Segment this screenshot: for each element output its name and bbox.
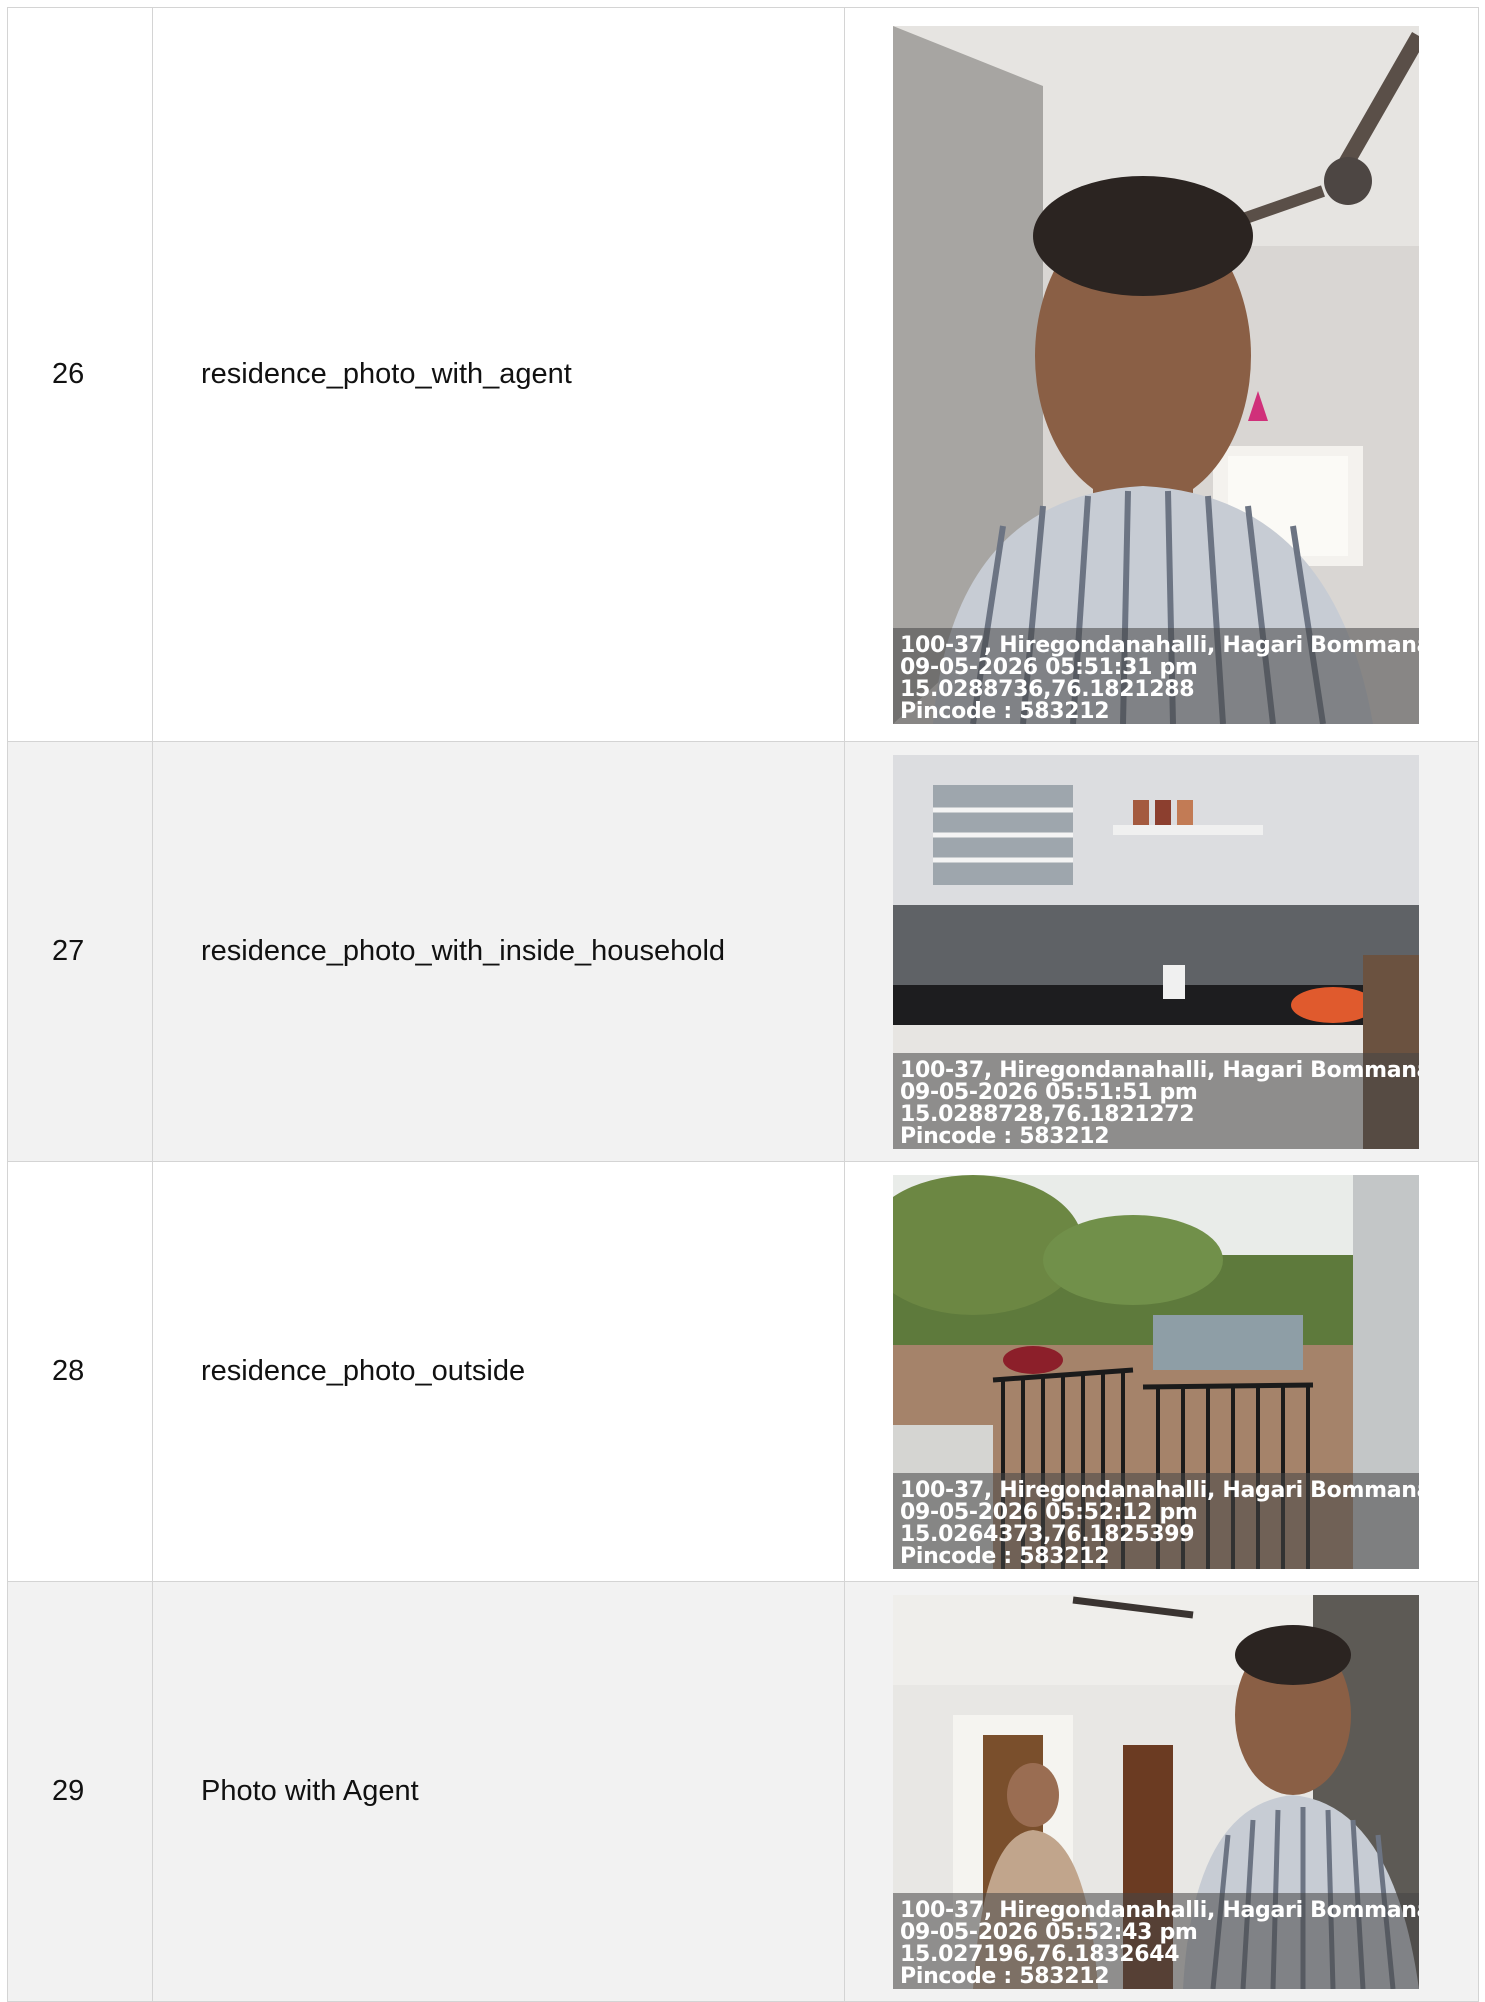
stamp-address: 100-37, Hiregondanahalli, Hagari Bommana: [900, 632, 1419, 658]
geo-stamp: 100-37, Hiregondanahalli, Hagari Bommana…: [893, 1052, 1419, 1149]
residence-agent-photo: 100-37, Hiregondanahalli, Hagari Bommana…: [893, 25, 1419, 724]
geo-stamp: 100-37, Hiregondanahalli, Hagari Bommana…: [893, 627, 1419, 724]
photo-cell: 100-37, Hiregondanahalli, Hagari Bommana…: [844, 1581, 1479, 2002]
row-label: residence_photo_with_agent: [152, 7, 845, 742]
stamp-coords: 15.0264373,76.1825399: [900, 1521, 1195, 1547]
stamp-coords: 15.027196,76.1832644: [900, 1941, 1180, 1967]
row-number: 29: [7, 1581, 153, 2002]
stamp-datetime: 09-05-2026 05:51:31 pm: [900, 654, 1198, 680]
stamp-datetime: 09-05-2026 05:51:51 pm: [900, 1079, 1198, 1105]
stamp-pincode: Pincode : 583212: [900, 1543, 1110, 1569]
photo-cell: 100-37, Hiregondanahalli, Hagari Bommana…: [844, 741, 1479, 1162]
table-row: 28 residence_photo_outside 100-37, Hireg…: [7, 1161, 1479, 1582]
table-row: 26 residence_photo_with_agent 100-37, Hi…: [7, 7, 1479, 742]
outside-photo: 100-37, Hiregondanahalli, Hagari Bommana…: [893, 1174, 1419, 1569]
stamp-pincode: Pincode : 583212: [900, 1123, 1110, 1149]
photo-cell: 100-37, Hiregondanahalli, Hagari Bommana…: [844, 1161, 1479, 1582]
stamp-coords: 15.0288728,76.1821272: [900, 1101, 1195, 1127]
table-row: 27 residence_photo_with_inside_household: [7, 741, 1479, 1162]
stamp-pincode: Pincode : 583212: [900, 698, 1110, 724]
stamp-datetime: 09-05-2026 05:52:43 pm: [900, 1919, 1198, 1945]
agent-photo: 100-37, Hiregondanahalli, Hagari Bommana…: [893, 1594, 1419, 1989]
table-row: 29 Photo with Agent 100-37, Hiregondanah…: [7, 1581, 1479, 2002]
row-number: 27: [7, 741, 153, 1162]
stamp-pincode: Pincode : 583212: [900, 1963, 1110, 1989]
stamp-datetime: 09-05-2026 05:52:12 pm: [900, 1499, 1198, 1525]
household-photo: 100-37, Hiregondanahalli, Hagari Bommana…: [893, 754, 1419, 1149]
row-number: 28: [7, 1161, 153, 1582]
row-label: residence_photo_outside: [152, 1161, 845, 1582]
stamp-address: 100-37, Hiregondanahalli, Hagari Bommana: [900, 1897, 1419, 1923]
geo-stamp: 100-37, Hiregondanahalli, Hagari Bommana…: [893, 1472, 1419, 1569]
selfie-image: [893, 25, 1419, 724]
stamp-address: 100-37, Hiregondanahalli, Hagari Bommana: [900, 1477, 1419, 1503]
row-number: 26: [7, 7, 153, 742]
stamp-address: 100-37, Hiregondanahalli, Hagari Bommana: [900, 1057, 1419, 1083]
row-label: Photo with Agent: [152, 1581, 845, 2002]
photo-report-table: 26 residence_photo_with_agent 100-37, Hi…: [7, 7, 1479, 2002]
photo-cell: 100-37, Hiregondanahalli, Hagari Bommana…: [844, 7, 1479, 742]
row-label: residence_photo_with_inside_household: [152, 741, 845, 1162]
geo-stamp: 100-37, Hiregondanahalli, Hagari Bommana…: [893, 1892, 1419, 1989]
stamp-coords: 15.0288736,76.1821288: [900, 676, 1195, 702]
